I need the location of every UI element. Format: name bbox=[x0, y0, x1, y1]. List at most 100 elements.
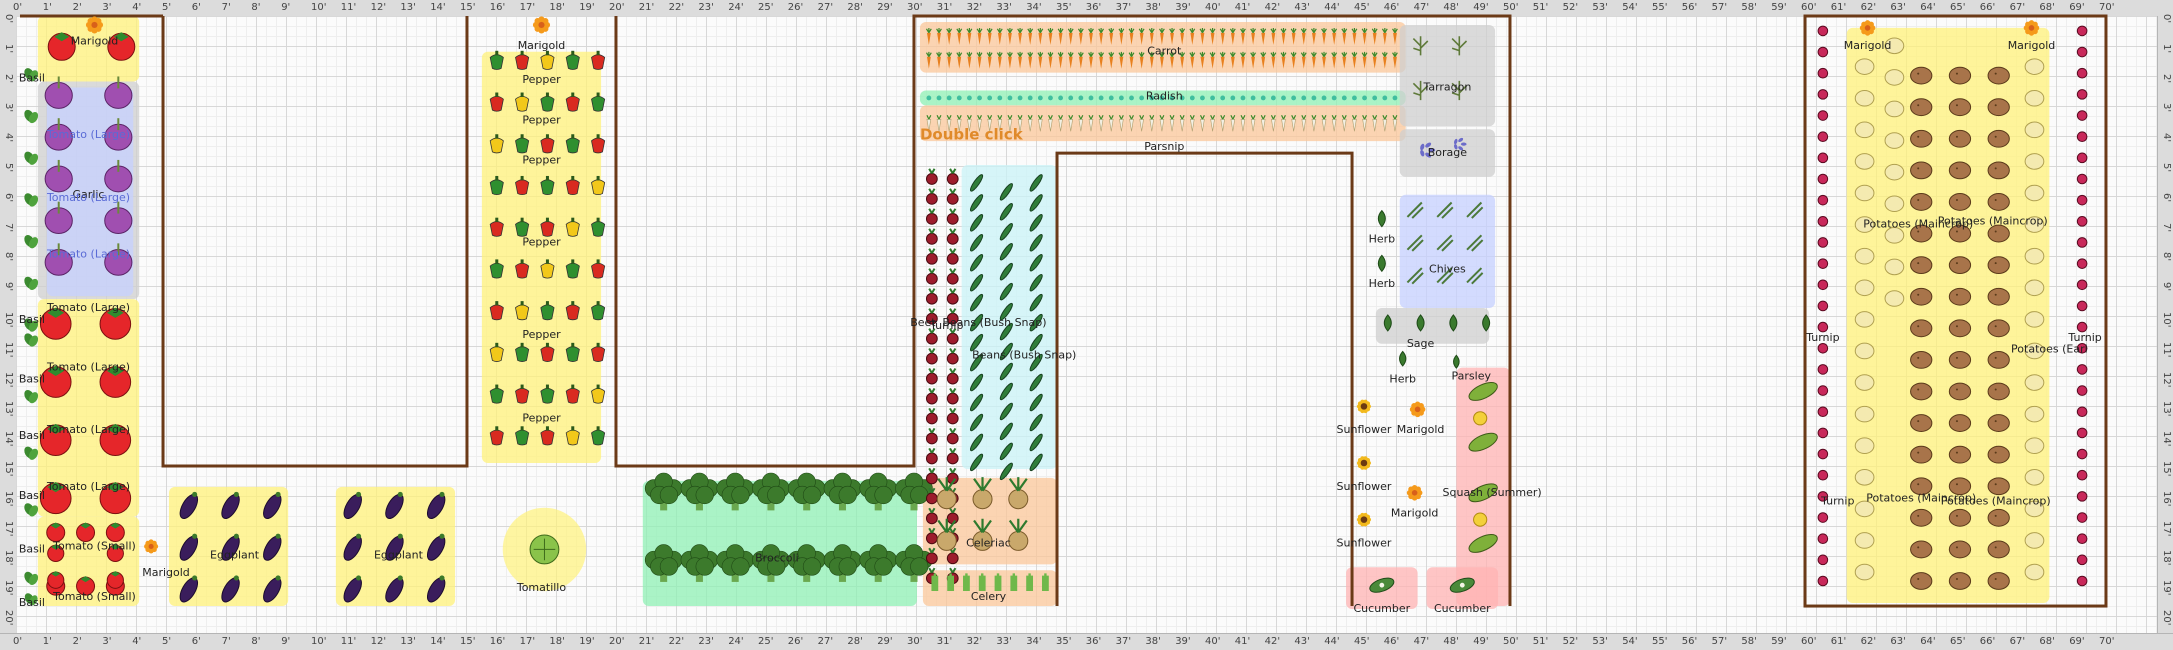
potato-main-icon[interactable] bbox=[1910, 256, 1933, 275]
potato-main-icon[interactable] bbox=[1987, 540, 2010, 559]
celery-icon[interactable] bbox=[1026, 573, 1034, 592]
turnip-icon[interactable] bbox=[1817, 575, 1829, 587]
potato-main-icon[interactable] bbox=[1987, 256, 2010, 275]
potato-early-icon[interactable] bbox=[1884, 195, 1905, 213]
turnip-icon[interactable] bbox=[1817, 385, 1829, 396]
celeriac-icon[interactable] bbox=[936, 518, 957, 551]
potato-main-icon[interactable] bbox=[1948, 572, 1972, 590]
herb-icon[interactable] bbox=[1377, 209, 1386, 228]
turnip-icon[interactable] bbox=[2076, 152, 2088, 164]
celeriac-icon[interactable] bbox=[1008, 518, 1029, 551]
beet-icon[interactable] bbox=[925, 168, 938, 185]
turnip-icon[interactable] bbox=[2076, 427, 2088, 439]
potato-main-icon[interactable] bbox=[1910, 572, 1933, 590]
beet-icon[interactable] bbox=[946, 168, 959, 185]
potato-main-icon[interactable] bbox=[1987, 572, 2010, 590]
turnip-icon[interactable] bbox=[1817, 427, 1829, 439]
turnip-icon[interactable] bbox=[1817, 194, 1829, 206]
potato-main-icon[interactable] bbox=[1948, 350, 1972, 369]
radish-icon[interactable] bbox=[1200, 95, 1205, 101]
beet-icon[interactable] bbox=[925, 347, 938, 365]
sunflower-icon[interactable] bbox=[1356, 399, 1371, 414]
radish-icon[interactable] bbox=[1281, 95, 1286, 101]
beet-icon[interactable] bbox=[946, 288, 959, 305]
turnip-icon[interactable] bbox=[2076, 173, 2088, 185]
celeriac-icon[interactable] bbox=[936, 477, 957, 510]
potato-early-icon[interactable] bbox=[2024, 563, 2045, 581]
radish-icon[interactable] bbox=[1118, 95, 1124, 101]
potato-early-icon[interactable] bbox=[1854, 58, 1875, 75]
turnip-icon[interactable] bbox=[2076, 406, 2088, 418]
celery-icon[interactable] bbox=[994, 573, 1002, 592]
potato-early-icon[interactable] bbox=[1884, 132, 1905, 149]
turnip-icon[interactable] bbox=[1817, 512, 1829, 523]
turnip-icon[interactable] bbox=[1817, 152, 1829, 164]
radish-icon[interactable] bbox=[1230, 95, 1236, 101]
turnip-icon[interactable] bbox=[2076, 194, 2088, 206]
potato-main-icon[interactable] bbox=[1987, 477, 2010, 496]
turnip-icon[interactable] bbox=[2076, 364, 2088, 375]
beet-icon[interactable] bbox=[925, 268, 938, 285]
turnip-icon[interactable] bbox=[1817, 89, 1829, 100]
bed-border-inner[interactable] bbox=[1055, 151, 1354, 607]
turnip-icon[interactable] bbox=[1817, 110, 1829, 121]
turnip-icon[interactable] bbox=[1817, 554, 1829, 566]
potato-early-icon[interactable] bbox=[1854, 374, 1875, 391]
radish-icon[interactable] bbox=[1220, 95, 1226, 101]
beet-icon[interactable] bbox=[925, 407, 938, 425]
turnip-icon[interactable] bbox=[2076, 89, 2088, 100]
potato-early-icon[interactable] bbox=[2024, 58, 2045, 75]
potato-main-icon[interactable] bbox=[1948, 414, 1972, 432]
turnip-icon[interactable] bbox=[2076, 46, 2088, 58]
radish-icon[interactable] bbox=[1321, 95, 1327, 101]
potato-early-icon[interactable] bbox=[2024, 89, 2045, 107]
potato-early-icon[interactable] bbox=[2024, 374, 2045, 391]
potato-main-icon[interactable] bbox=[1910, 193, 1933, 211]
potato-early-icon[interactable] bbox=[1854, 342, 1875, 360]
potato-main-icon[interactable] bbox=[1910, 129, 1933, 148]
beet-icon[interactable] bbox=[946, 447, 959, 465]
potato-early-icon[interactable] bbox=[2024, 184, 2045, 202]
beet-icon[interactable] bbox=[946, 407, 959, 425]
potato-early-icon[interactable] bbox=[1854, 311, 1875, 328]
potato-main-icon[interactable] bbox=[1910, 540, 1933, 559]
radish-icon[interactable] bbox=[1331, 95, 1337, 101]
beet-icon[interactable] bbox=[946, 387, 959, 405]
potato-early-icon[interactable] bbox=[1854, 405, 1875, 423]
potato-early-icon[interactable] bbox=[1854, 469, 1875, 486]
potato-main-icon[interactable] bbox=[1948, 161, 1972, 180]
sunflower-icon[interactable] bbox=[1356, 456, 1371, 470]
turnip-icon[interactable] bbox=[1817, 173, 1829, 185]
radish-icon[interactable] bbox=[1392, 95, 1398, 101]
radish-icon[interactable] bbox=[936, 95, 942, 101]
turnip-icon[interactable] bbox=[2076, 491, 2088, 502]
potato-early-icon[interactable] bbox=[1854, 279, 1875, 297]
potato-main-icon[interactable] bbox=[1948, 540, 1972, 559]
potato-early-icon[interactable] bbox=[2024, 279, 2045, 297]
beet-icon[interactable] bbox=[925, 188, 938, 205]
marigold-icon[interactable] bbox=[1409, 401, 1426, 418]
turnip-icon[interactable] bbox=[2076, 554, 2088, 566]
radish-icon[interactable] bbox=[1372, 95, 1378, 101]
celery-icon[interactable] bbox=[963, 573, 970, 592]
basil-icon[interactable] bbox=[22, 233, 40, 250]
potato-early-icon[interactable] bbox=[2024, 469, 2045, 486]
radish-icon[interactable] bbox=[1382, 95, 1388, 101]
turnip-icon[interactable] bbox=[2076, 448, 2088, 460]
radish-icon[interactable] bbox=[1037, 95, 1043, 101]
radish-icon[interactable] bbox=[1027, 95, 1033, 101]
potato-main-icon[interactable] bbox=[1948, 193, 1972, 211]
potato-main-icon[interactable] bbox=[1948, 508, 1972, 527]
radish-icon[interactable] bbox=[1301, 95, 1307, 101]
potato-main-icon[interactable] bbox=[1910, 66, 1933, 85]
turnip-icon[interactable] bbox=[1817, 300, 1829, 312]
turnip-icon[interactable] bbox=[1817, 216, 1829, 227]
beet-icon[interactable] bbox=[946, 248, 959, 265]
potato-main-icon[interactable] bbox=[1910, 319, 1933, 338]
basil-icon[interactable] bbox=[22, 275, 40, 292]
potato-main-icon[interactable] bbox=[1910, 414, 1933, 432]
radish-icon[interactable] bbox=[1291, 95, 1297, 101]
beet-icon[interactable] bbox=[946, 188, 959, 205]
potato-early-icon[interactable] bbox=[1884, 163, 1905, 181]
potato-main-icon[interactable] bbox=[1948, 382, 1972, 401]
